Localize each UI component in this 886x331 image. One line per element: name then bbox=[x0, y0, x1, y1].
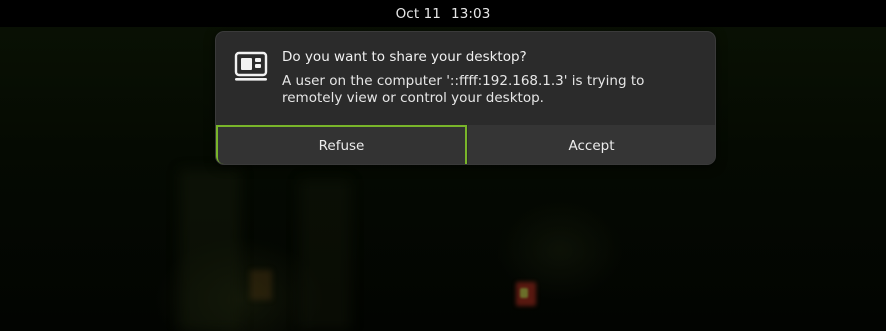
dialog-message: A user on the computer '::ffff:192.168.1… bbox=[282, 73, 645, 106]
wallpaper-shape bbox=[250, 270, 272, 300]
refuse-button[interactable]: Refuse bbox=[216, 125, 467, 164]
dialog-actions: Refuse Accept bbox=[216, 125, 715, 164]
wallpaper-shape bbox=[520, 288, 528, 298]
desktop-screen: Oct 11 13:03 Do you want to share your d… bbox=[0, 0, 886, 331]
dialog-title: Do you want to share your desktop? bbox=[282, 49, 527, 65]
remote-desktop-icon bbox=[234, 50, 268, 84]
dialog-body: Do you want to share your desktop? A use… bbox=[216, 32, 715, 125]
share-desktop-dialog: Do you want to share your desktop? A use… bbox=[215, 31, 716, 165]
top-bar: Oct 11 13:03 bbox=[0, 0, 886, 27]
wallpaper-shape bbox=[300, 180, 350, 330]
clock-time: 13:03 bbox=[451, 5, 491, 22]
clock-button[interactable]: Oct 11 13:03 bbox=[396, 6, 491, 22]
clock-date: Oct 11 bbox=[395, 5, 441, 22]
accept-button[interactable]: Accept bbox=[467, 125, 715, 164]
wallpaper-shape bbox=[180, 170, 240, 330]
